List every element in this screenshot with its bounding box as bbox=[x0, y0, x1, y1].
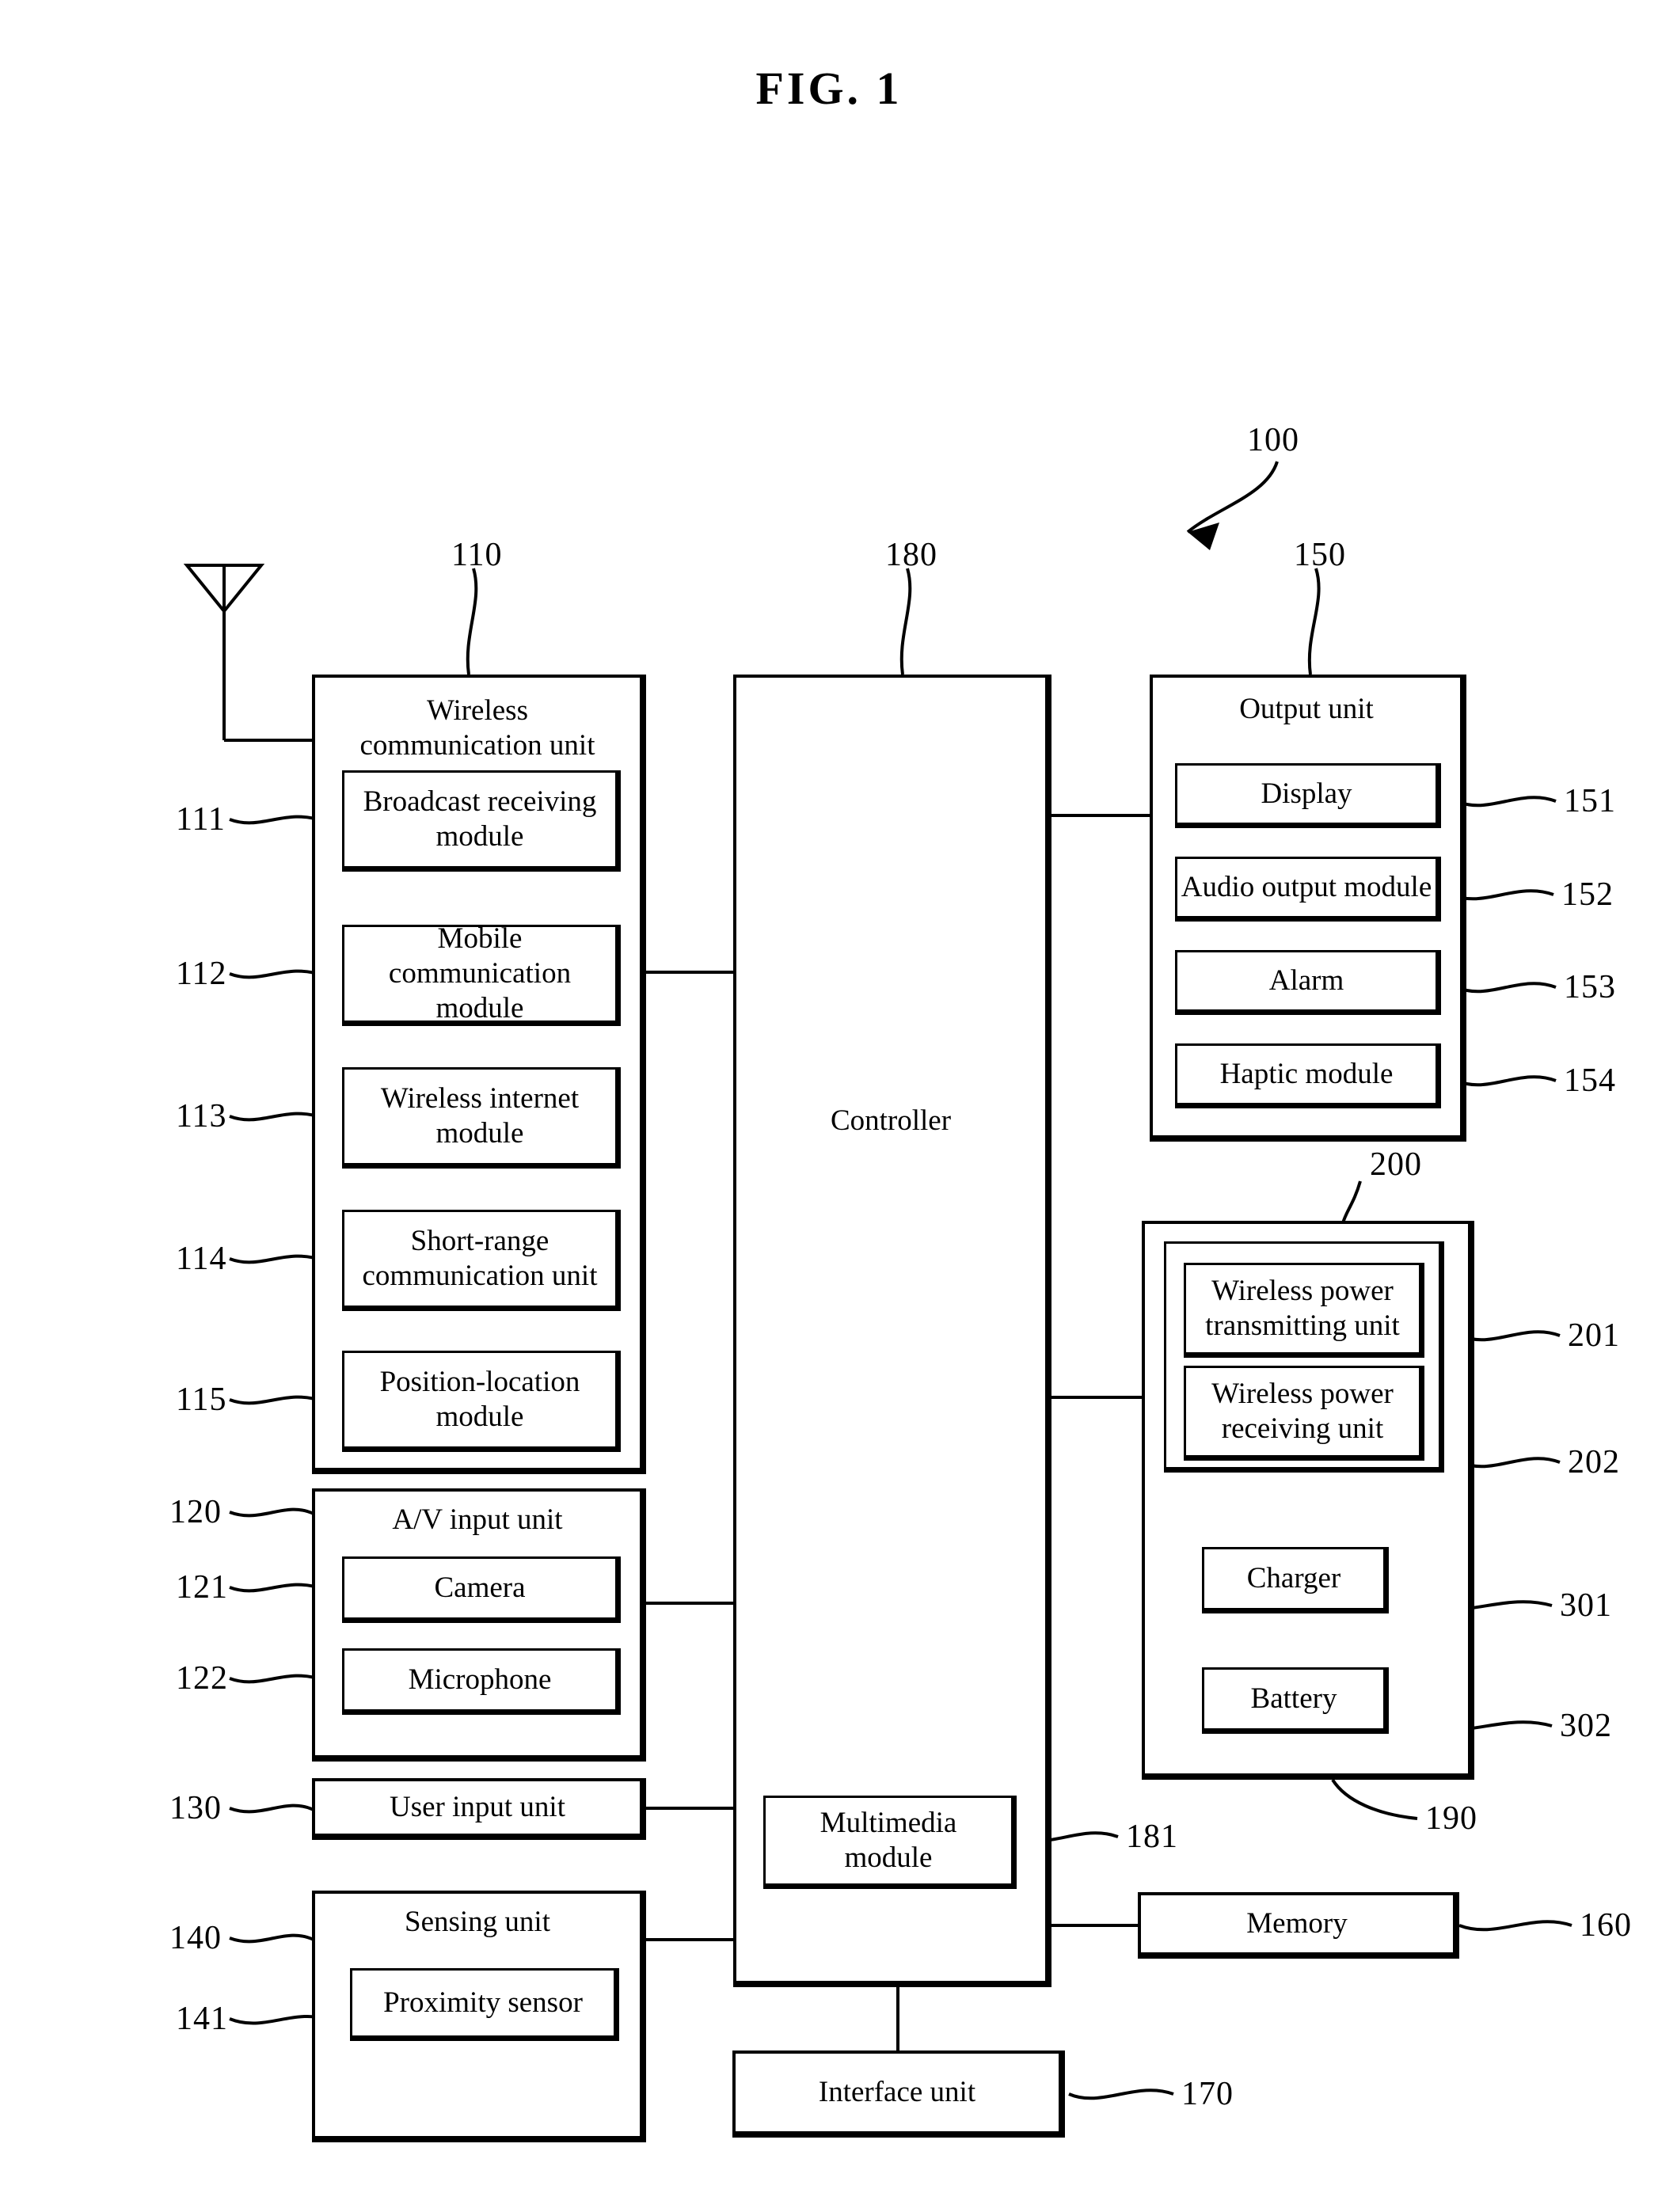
broadcast-receiving-module-label: Broadcast receiving module bbox=[363, 785, 597, 853]
short-range-communication-unit-label: Short-range communication unit bbox=[362, 1225, 598, 1292]
ref-122: 122 bbox=[176, 1660, 228, 1697]
ref-190: 190 bbox=[1425, 1800, 1477, 1837]
microphone-block: Microphone bbox=[342, 1648, 621, 1715]
audio-output-module-block: Audio output module bbox=[1175, 857, 1441, 922]
ref-121: 121 bbox=[176, 1569, 228, 1606]
position-location-module-label: Position-location module bbox=[379, 1366, 580, 1433]
ref-115: 115 bbox=[176, 1382, 227, 1418]
output-unit-label: Output unit bbox=[1239, 693, 1374, 725]
ref-154: 154 bbox=[1564, 1062, 1616, 1099]
ref-100: 100 bbox=[1247, 422, 1299, 458]
controller-block: Controller Multimedia module bbox=[733, 675, 1051, 1987]
ref-170: 170 bbox=[1181, 2076, 1234, 2112]
figure-title: FIG. 1 bbox=[755, 63, 903, 114]
charger-label: Charger bbox=[1246, 1562, 1341, 1594]
ref-201: 201 bbox=[1568, 1317, 1620, 1354]
wireless-power-receiving-unit-block: Wireless power receiving unit bbox=[1184, 1366, 1424, 1461]
av-input-unit-label: A/V input unit bbox=[392, 1503, 563, 1536]
ref-130: 130 bbox=[169, 1790, 222, 1826]
audio-output-module-label: Audio output module bbox=[1181, 871, 1432, 903]
wireless-internet-module-label: Wireless internet module bbox=[380, 1082, 580, 1150]
ref-110: 110 bbox=[451, 537, 503, 573]
wireless-internet-module-block: Wireless internet module bbox=[342, 1067, 621, 1169]
short-range-communication-unit-block: Short-range communication unit bbox=[342, 1210, 621, 1311]
user-input-unit-label: User input unit bbox=[390, 1791, 565, 1823]
ref-160: 160 bbox=[1580, 1907, 1632, 1944]
wireless-power-receiving-unit-label: Wireless power receiving unit bbox=[1211, 1378, 1394, 1445]
broadcast-receiving-module-block: Broadcast receiving module bbox=[342, 770, 621, 872]
ref-141: 141 bbox=[176, 2001, 228, 2037]
ref-200: 200 bbox=[1370, 1146, 1422, 1183]
microphone-label: Microphone bbox=[408, 1663, 552, 1696]
charger-block: Charger bbox=[1202, 1547, 1389, 1613]
multimedia-module-label: Multimedia module bbox=[819, 1807, 957, 1874]
wireless-power-transmitting-unit-block: Wireless power transmitting unit bbox=[1184, 1263, 1424, 1358]
wireless-communication-unit-block: Wireless communication unit Broadcast re… bbox=[312, 675, 646, 1474]
ref-153: 153 bbox=[1564, 969, 1616, 1005]
haptic-module-block: Haptic module bbox=[1175, 1043, 1441, 1108]
memory-label: Memory bbox=[1246, 1907, 1348, 1940]
interface-unit-label: Interface unit bbox=[818, 2076, 976, 2108]
ref-301: 301 bbox=[1560, 1587, 1612, 1624]
mobile-communication-module-block: Mobile communication module bbox=[342, 922, 621, 1026]
controller-label: Controller bbox=[830, 1104, 952, 1137]
output-unit-block: Output unit Display Audio output module … bbox=[1150, 675, 1466, 1142]
ref-112: 112 bbox=[176, 956, 227, 992]
ref-111: 111 bbox=[176, 801, 226, 838]
power-supply-unit-block: Wireless power transmitting unit Wireles… bbox=[1142, 1221, 1474, 1780]
ref-150: 150 bbox=[1294, 537, 1346, 573]
battery-label: Battery bbox=[1250, 1682, 1337, 1715]
sensing-unit-block: Sensing unit Proximity sensor bbox=[312, 1891, 646, 2142]
position-location-module-block: Position-location module bbox=[342, 1351, 621, 1452]
av-input-unit-block: A/V input unit Camera Microphone bbox=[312, 1488, 646, 1762]
ref-140: 140 bbox=[169, 1920, 222, 1956]
user-input-unit-block: User input unit bbox=[312, 1778, 646, 1840]
ref-114: 114 bbox=[176, 1241, 227, 1277]
camera-label: Camera bbox=[434, 1572, 526, 1604]
camera-block: Camera bbox=[342, 1556, 621, 1623]
multimedia-module-block: Multimedia module bbox=[763, 1796, 1017, 1889]
ref-152: 152 bbox=[1561, 876, 1614, 913]
haptic-module-label: Haptic module bbox=[1219, 1058, 1394, 1090]
mobile-communication-module-label: Mobile communication module bbox=[388, 922, 572, 1024]
proximity-sensor-label: Proximity sensor bbox=[383, 1986, 583, 2019]
display-block: Display bbox=[1175, 763, 1441, 828]
interface-unit-block: Interface unit bbox=[732, 2050, 1065, 2138]
wireless-power-group-block: Wireless power transmitting unit Wireles… bbox=[1164, 1241, 1444, 1473]
ref-181: 181 bbox=[1126, 1819, 1178, 1855]
display-label: Display bbox=[1261, 777, 1352, 810]
ref-120: 120 bbox=[169, 1494, 222, 1530]
memory-block: Memory bbox=[1138, 1892, 1459, 1959]
patent-figure-page: FIG. 1 Wireless communication unit Broad… bbox=[0, 0, 1658, 2212]
battery-block: Battery bbox=[1202, 1667, 1389, 1734]
proximity-sensor-block: Proximity sensor bbox=[350, 1968, 619, 2041]
ref-151: 151 bbox=[1564, 783, 1616, 819]
ref-113: 113 bbox=[176, 1098, 227, 1135]
ref-180: 180 bbox=[885, 537, 937, 573]
ref-202: 202 bbox=[1568, 1444, 1620, 1480]
ref-302: 302 bbox=[1560, 1708, 1612, 1744]
alarm-label: Alarm bbox=[1268, 964, 1344, 997]
sensing-unit-label: Sensing unit bbox=[405, 1906, 550, 1938]
alarm-block: Alarm bbox=[1175, 950, 1441, 1015]
wireless-power-transmitting-unit-label: Wireless power transmitting unit bbox=[1205, 1275, 1400, 1342]
wireless-communication-unit-label: Wireless communication unit bbox=[359, 694, 595, 762]
